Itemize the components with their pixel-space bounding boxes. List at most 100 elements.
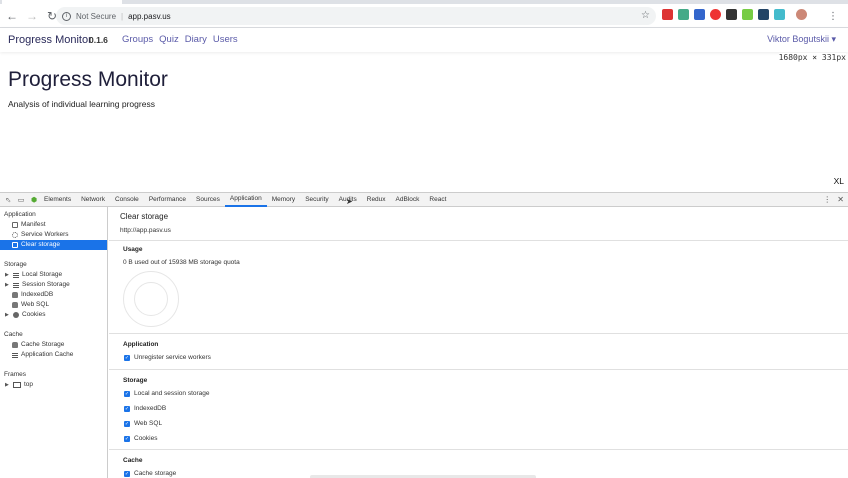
grid-icon: [13, 272, 19, 278]
sidebar-heading-storage: Storage: [4, 261, 27, 268]
check-icon[interactable]: ✓: [124, 420, 130, 427]
checkbox-label: Local and session storage: [134, 390, 210, 397]
devtools-menu-icon[interactable]: ⋮: [823, 195, 831, 204]
back-icon[interactable]: ←: [4, 8, 20, 24]
section-heading-usage: Usage: [123, 246, 143, 253]
grid-icon: [12, 352, 18, 358]
sidebar-item-application-cache[interactable]: Application Cache: [0, 350, 107, 360]
tab-adblock[interactable]: AdBlock: [391, 193, 425, 207]
breakpoint-indicator: XL: [833, 176, 844, 186]
tab-network[interactable]: Network: [76, 193, 110, 207]
extension-icon[interactable]: [774, 9, 785, 20]
grid-icon: [13, 282, 19, 288]
storage-quota-text: 0 B used out of 15938 MB storage quota: [123, 259, 240, 266]
database-icon: [12, 292, 18, 298]
extension-icon[interactable]: [742, 9, 753, 20]
device-toolbar-icon[interactable]: ▭: [16, 195, 26, 205]
sidebar-item-local-storage[interactable]: ▶ Local Storage: [0, 270, 107, 280]
page-title: Progress Monitor: [8, 68, 168, 91]
devtools-controls: ⋮ ✕: [823, 195, 844, 204]
extension-icon[interactable]: [678, 9, 689, 20]
tab-security[interactable]: Security: [300, 193, 333, 207]
extension-icon[interactable]: [694, 9, 705, 20]
sidebar-item-manifest[interactable]: Manifest: [0, 220, 107, 230]
section-heading-application: Application: [123, 341, 159, 348]
gear-icon: [12, 232, 18, 238]
tab-performance[interactable]: Performance: [144, 193, 191, 207]
check-icon[interactable]: ✓: [124, 470, 130, 477]
expand-arrow-icon[interactable]: ▶: [5, 280, 10, 290]
nav-link-diary[interactable]: Diary: [185, 34, 207, 45]
nav-link-groups[interactable]: Groups: [122, 34, 153, 45]
url-text[interactable]: app.pasv.us: [128, 12, 171, 21]
sidebar-item-frame-top[interactable]: ▶ top: [0, 380, 107, 390]
nav-link-quiz[interactable]: Quiz: [159, 34, 179, 45]
document-icon: [12, 222, 18, 228]
extension-hex-icon[interactable]: ⬢: [29, 195, 39, 205]
sidebar-item-cache-storage[interactable]: Cache Storage: [0, 340, 107, 350]
user-name: Viktor Bogutskii: [767, 34, 829, 44]
sidebar-item-session-storage[interactable]: ▶ Session Storage: [0, 280, 107, 290]
checkbox-label: Unregister service workers: [134, 354, 211, 361]
sidebar-item-label: Clear storage: [21, 241, 61, 248]
extension-icon[interactable]: [758, 9, 769, 20]
sidebar-item-label: Application Cache: [21, 351, 74, 358]
omnibox-divider: |: [121, 11, 124, 21]
checkbox-web-sql[interactable]: ✓ Web SQL: [124, 420, 162, 427]
forward-icon[interactable]: →: [24, 8, 40, 24]
brand-link[interactable]: Progress Monitor: [8, 34, 92, 46]
expand-arrow-icon[interactable]: ▶: [5, 310, 10, 320]
checkbox-local-session-storage[interactable]: ✓ Local and session storage: [124, 390, 210, 397]
sidebar-item-cookies[interactable]: ▶ Cookies: [0, 310, 107, 320]
sidebar-item-label: Service Workers: [21, 231, 69, 238]
sidebar-item-label: Local Storage: [22, 271, 63, 278]
checkbox-label: IndexedDB: [134, 405, 167, 412]
check-icon[interactable]: ✓: [124, 354, 130, 361]
extension-icon[interactable]: [662, 9, 673, 20]
checkbox-indexeddb[interactable]: ✓ IndexedDB: [124, 405, 166, 412]
sidebar-item-service-workers[interactable]: Service Workers: [0, 230, 107, 240]
check-icon[interactable]: ✓: [124, 390, 130, 397]
check-icon[interactable]: ✓: [124, 405, 130, 412]
sidebar-item-label: top: [24, 381, 34, 388]
tab-application[interactable]: Application: [224, 193, 267, 207]
database-icon: [12, 342, 18, 348]
extension-icon[interactable]: [726, 9, 737, 20]
caret-down-icon: ▾: [831, 34, 836, 44]
divider: [109, 333, 848, 334]
tab-console[interactable]: Console: [110, 193, 144, 207]
expand-arrow-icon[interactable]: ▶: [5, 380, 10, 390]
sidebar-item-label: Session Storage: [22, 281, 70, 288]
tab-sources[interactable]: Sources: [191, 193, 225, 207]
nav-link-users[interactable]: Users: [213, 34, 238, 45]
profile-avatar[interactable]: [796, 9, 807, 20]
sidebar-item-web-sql[interactable]: Web SQL: [0, 300, 107, 310]
inspect-element-icon[interactable]: ⬁: [3, 195, 13, 205]
check-icon[interactable]: ✓: [124, 435, 130, 442]
tab-elements[interactable]: Elements: [39, 193, 76, 207]
tab-redux[interactable]: Redux: [362, 193, 391, 207]
checkbox-cookies[interactable]: ✓ Cookies: [124, 435, 157, 442]
checkbox-cache-storage[interactable]: ✓ Cache storage: [124, 470, 176, 477]
main-nav: Groups Quiz Diary Users: [122, 34, 238, 45]
tab-react[interactable]: React: [424, 193, 451, 207]
extension-icon[interactable]: [710, 9, 721, 20]
pie-inner-ring: [134, 282, 168, 316]
close-icon[interactable]: ✕: [837, 195, 844, 204]
bookmark-star-icon[interactable]: ☆: [641, 10, 650, 21]
browser-menu-icon[interactable]: ⋮: [828, 11, 838, 22]
sidebar-item-indexeddb[interactable]: IndexedDB: [0, 290, 107, 300]
sidebar-heading-frames: Frames: [4, 371, 27, 378]
sidebar-item-label: IndexedDB: [21, 291, 54, 298]
checkbox-unregister-service-workers[interactable]: ✓ Unregister service workers: [124, 354, 211, 361]
info-icon[interactable]: i: [62, 11, 71, 21]
database-icon: [12, 302, 18, 308]
sidebar-item-clear-storage[interactable]: Clear storage: [0, 240, 107, 250]
tab-memory[interactable]: Memory: [267, 193, 300, 207]
extensions-bar: [662, 9, 807, 20]
sidebar-heading-cache: Cache: [4, 331, 23, 338]
user-menu[interactable]: Viktor Bogutskii ▾: [767, 34, 836, 45]
expand-arrow-icon[interactable]: ▶: [5, 270, 10, 280]
clear-storage-view: Clear storage http://app.pasv.us Usage 0…: [109, 207, 848, 478]
omnibox[interactable]: i Not Secure | app.pasv.us ☆: [56, 7, 656, 25]
